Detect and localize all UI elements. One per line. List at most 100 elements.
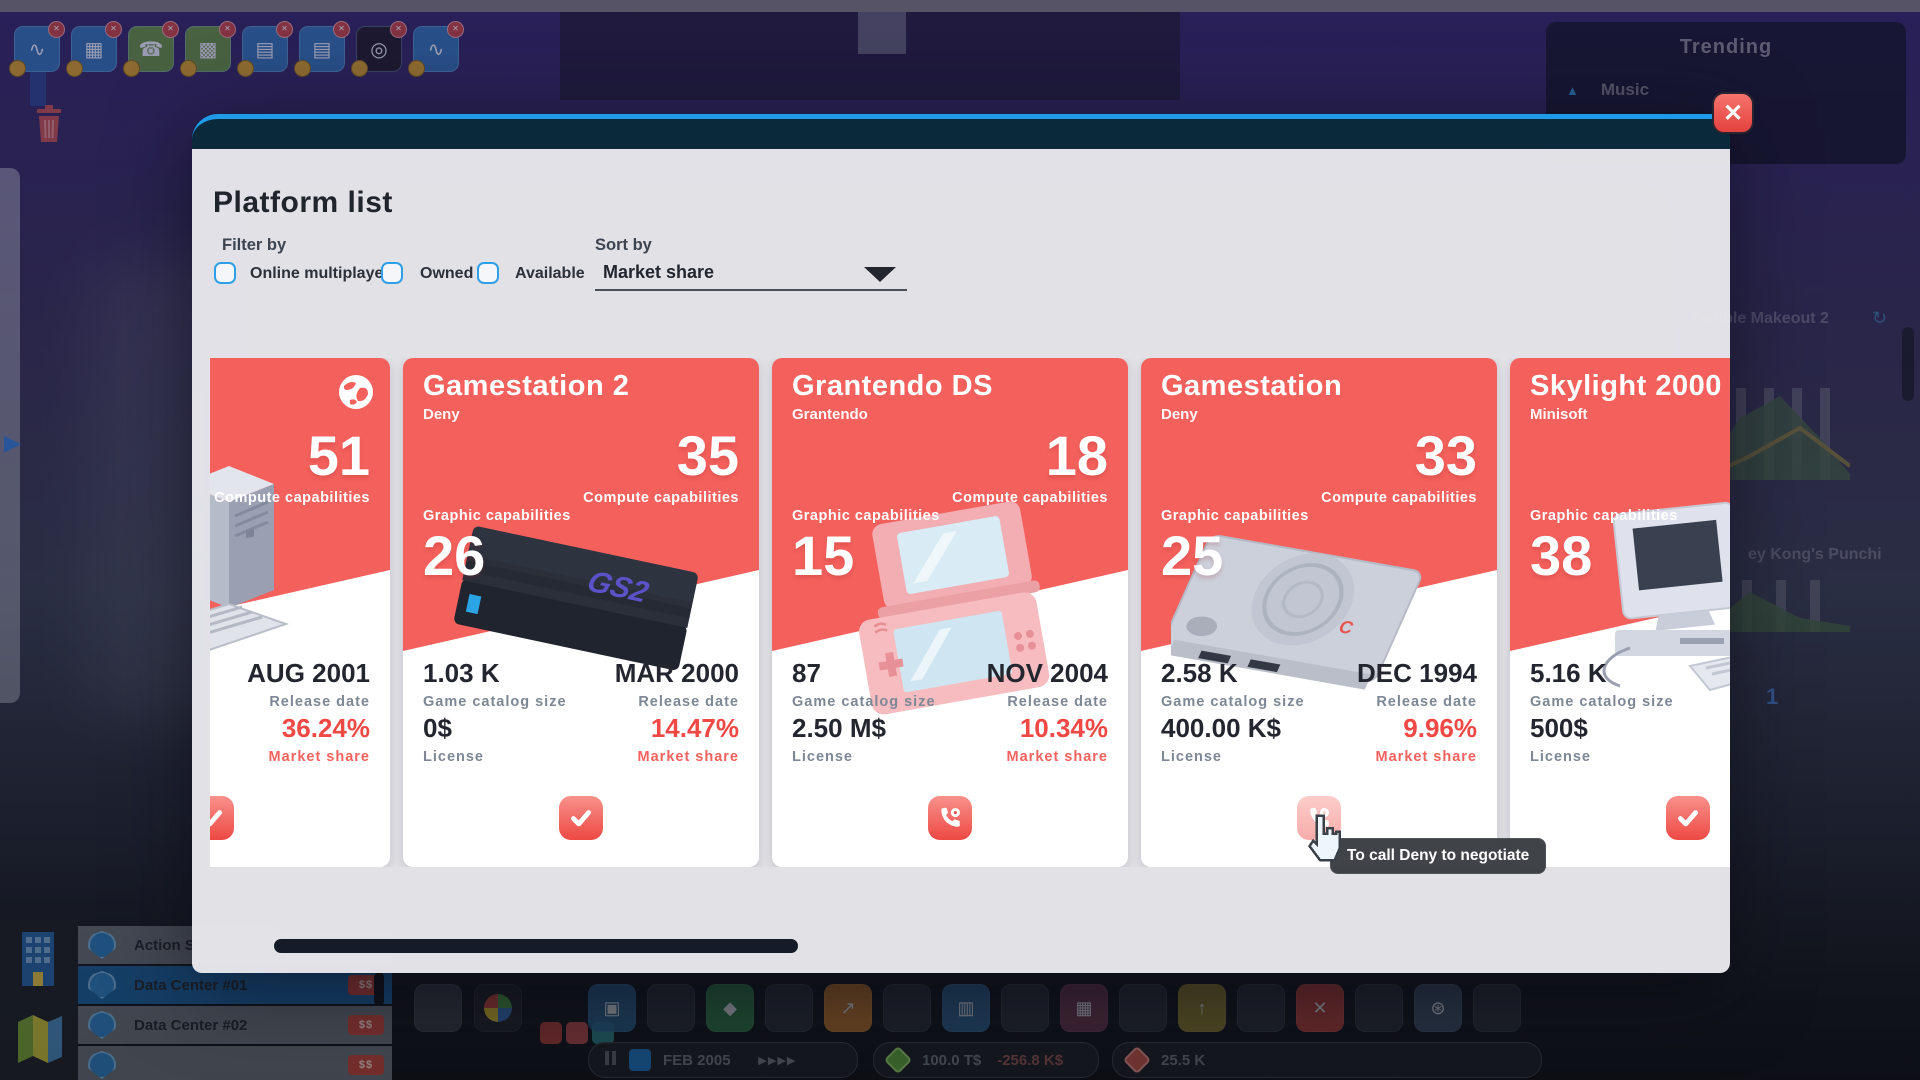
coin-badge-icon [294,60,311,77]
platform-card[interactable]: 51 Compute capabilities AUG 2001 Release… [210,358,390,867]
bg-vertical-scrollbar[interactable] [1902,327,1914,401]
online-multiplayer-checkbox[interactable] [214,262,236,284]
compute-value: 35 [583,428,739,484]
taskbar-tile[interactable] [1001,984,1049,1032]
dismiss-badge-icon[interactable] [219,21,236,38]
toolbar-chart-tile[interactable]: ∿ [413,26,459,72]
taskbar-tile[interactable] [1355,984,1403,1032]
taskbar-upgrade-tile[interactable]: ↑ [1178,984,1226,1032]
platform-company: Grantendo [792,406,868,423]
game-date: FEB 2005 [663,1052,731,1069]
platform-card[interactable]: Grantendo DS Grantendo 18 Compute capabi… [772,358,1128,867]
taskbar-settings-tile[interactable]: ⊛ [1414,984,1462,1032]
trash-icon[interactable] [34,104,64,144]
close-button[interactable]: ✕ [1712,92,1754,134]
catalog-value: 87 [792,658,936,689]
platform-card[interactable]: GS2 Gamestation 2 Deny 35 Compute capabi… [403,358,759,867]
toolbar-phone-tile[interactable]: ☎ [128,26,174,72]
license-info: 500$ License [1530,713,1591,765]
taskbar-mail-tile[interactable]: ✕ [1296,984,1344,1032]
platform-card[interactable]: C Gamestation Deny 33 Compute capabiliti… [1141,358,1497,867]
expand-arrow-icon[interactable]: ▶ [4,430,21,456]
pause-icon[interactable] [605,1051,619,1069]
toolbar-device-tile[interactable]: ▤ [299,26,345,72]
platform-card[interactable]: Skylight 2000 Minisoft Graphic capabilit… [1510,358,1730,867]
available-checkbox[interactable] [477,262,499,284]
coin-badge-icon [180,60,197,77]
compute-label: Compute capabilities [952,490,1108,506]
taskbar-tile[interactable] [1119,984,1167,1032]
release-label: Release date [1357,694,1477,710]
building-icon[interactable] [16,928,60,988]
toolbar-camera-tile[interactable]: ◎ [356,26,402,72]
cards-horizontal-scrollbar[interactable] [274,939,798,953]
online-multiplayer-globe-icon [336,372,376,412]
trending-title: Trending [1546,36,1906,59]
dismiss-badge-icon[interactable] [276,21,293,38]
sort-dropdown-value: Market share [603,262,714,283]
call-to-negotiate-button[interactable] [928,796,972,840]
taskbar-stats-tile[interactable]: ◆ [706,984,754,1032]
owned-check-button[interactable] [1666,796,1710,840]
mini-heart-tile[interactable] [540,1022,562,1044]
taskbar-tile[interactable] [765,984,813,1032]
filter-by-label: Filter by [222,236,286,255]
market-share-value: 14.47% [638,713,739,744]
dropdown-underline [595,289,907,291]
taskbar-team-tile[interactable]: ▥ [942,984,990,1032]
dismiss-badge-icon[interactable] [447,21,464,38]
coin-badge-icon [66,60,83,77]
dismiss-badge-icon[interactable] [390,21,407,38]
fast-forward-icon[interactable]: ▸▸▸▸ [759,1051,797,1069]
market-share-label: Market share [638,749,739,765]
up-arrow-icon: ↑ [1198,998,1207,1019]
chevron-down-icon [864,267,896,282]
mini-x-tile[interactable] [566,1022,588,1044]
catalog-info: 2.58 K Game catalog size [1161,658,1305,710]
platform-name: Gamestation [1161,370,1342,403]
dismiss-badge-icon[interactable] [162,21,179,38]
taskbar-tile[interactable] [883,984,931,1032]
list-scrollbar[interactable] [374,972,384,1006]
refresh-icon[interactable]: ↻ [1872,308,1887,329]
toolbar-console-tile[interactable]: ▦ [71,26,117,72]
compute-stat: 35 Compute capabilities [583,428,739,506]
chart-line-icon: ∿ [428,37,445,62]
trending-item-music[interactable]: ▲ Music [1566,80,1649,100]
close-x-icon: ✕ [1723,99,1743,128]
dismiss-badge-icon[interactable] [105,21,122,38]
list-item-data-center-02[interactable]: Data Center #02 $$ [78,1006,392,1044]
dismiss-badge-icon[interactable] [48,21,65,38]
list-item-partial[interactable]: $$ [78,1046,392,1080]
list-item-label: Data Center #01 [134,977,247,994]
owned-check-button[interactable] [210,796,234,840]
taskbar-building-tile[interactable]: ▦ [1060,984,1108,1032]
graphic-label: Graphic capabilities [1530,508,1678,524]
play-speed-button[interactable] [629,1049,651,1071]
platform-cards-scroller[interactable]: 51 Compute capabilities AUG 2001 Release… [210,358,1730,867]
platform-name: Grantendo DS [792,370,993,403]
owned-checkbox[interactable] [381,262,403,284]
taskbar-tile[interactable] [414,984,462,1032]
building-tile-icon: ▦ [1075,998,1092,1019]
taskbar-tile[interactable] [1237,984,1285,1032]
fans-value: 25.5 K [1161,1052,1205,1069]
toolbar-device-tile[interactable]: ▤ [242,26,288,72]
toolbar-chart-tile[interactable]: ∿ [14,26,60,72]
toolbar-pattern-tile[interactable]: ▩ [185,26,231,72]
catalog-label: Game catalog size [1530,694,1674,710]
taskbar-monitor-tile[interactable]: ▣ [588,984,636,1032]
catalog-label: Game catalog size [423,694,567,710]
taskbar-palette-tile[interactable] [474,984,522,1032]
taskbar-tile[interactable] [647,984,695,1032]
coin-badge-icon [9,60,26,77]
taskbar-tile[interactable] [1473,984,1521,1032]
graphic-label: Graphic capabilities [792,508,940,524]
taskbar-share-tile[interactable]: ↗ [824,984,872,1032]
map-icon[interactable] [16,1012,64,1064]
owned-check-button[interactable] [559,796,603,840]
graphic-value: 25 [1161,528,1309,584]
trend-up-icon: ▲ [1566,83,1579,98]
dismiss-badge-icon[interactable] [333,21,350,38]
release-value: AUG 2001 [247,658,370,689]
